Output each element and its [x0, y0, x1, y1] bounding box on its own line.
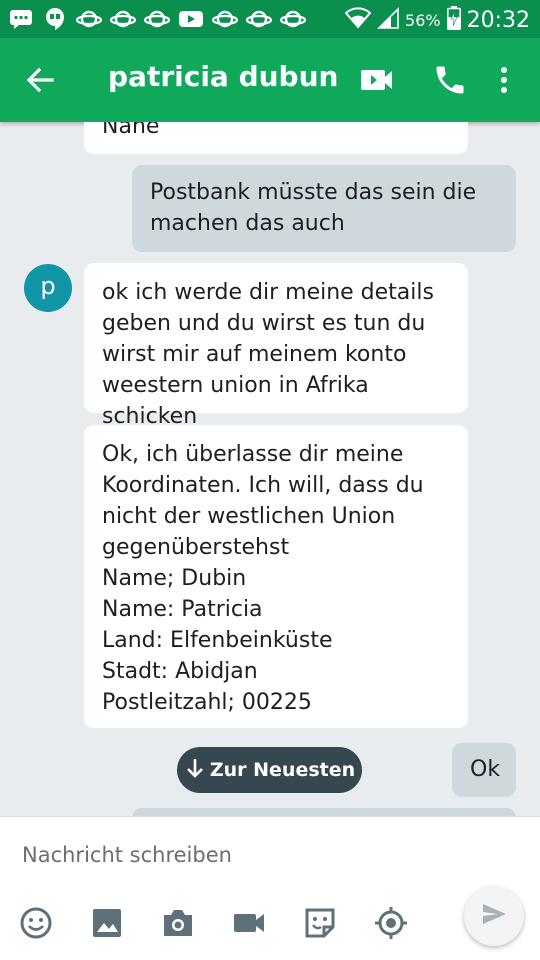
planet-app-icon	[76, 7, 102, 31]
gallery-icon[interactable]	[89, 905, 125, 941]
jump-to-newest-button[interactable]: Zur Neuesten	[177, 747, 362, 793]
message-bubble-incoming: ok ich werde dir meine details geben und…	[84, 263, 468, 429]
message-bubble-outgoing: Postbank müsste das sein die machen das …	[132, 165, 516, 252]
send-button[interactable]	[464, 886, 524, 946]
arrow-down-icon	[184, 756, 206, 785]
planet-app-icon	[246, 7, 272, 31]
more-options-icon[interactable]	[490, 62, 518, 98]
message-input[interactable]	[22, 835, 442, 875]
composer	[0, 816, 540, 960]
contact-name: patricia dubun	[108, 60, 339, 93]
message-bubble-incoming: Ok, ich überlasse dir meine Koordinaten.…	[84, 425, 468, 728]
sticker-icon[interactable]	[302, 905, 338, 941]
battery-charging-icon	[446, 6, 461, 34]
message-list[interactable]: Nane Postbank müsste das sein die machen…	[0, 122, 540, 816]
clock: 20:32	[466, 7, 530, 33]
app-bar: patricia dubun	[0, 38, 540, 122]
messages-icon	[8, 7, 34, 31]
planet-app-icon	[212, 7, 238, 31]
send-icon	[480, 900, 508, 932]
back-arrow-icon[interactable]	[22, 62, 58, 98]
hangouts-icon	[42, 7, 68, 31]
planet-app-icon	[144, 7, 170, 31]
video-icon[interactable]	[231, 905, 267, 941]
system-status: 56% 20:32	[344, 6, 530, 34]
notification-icons	[8, 7, 306, 31]
signal-icon	[377, 7, 399, 33]
message-bubble-incoming: Nane	[84, 122, 468, 154]
emoji-icon[interactable]	[18, 905, 54, 941]
phone-call-icon[interactable]	[432, 62, 468, 98]
battery-percent: 56%	[405, 10, 441, 30]
wifi-icon	[344, 7, 372, 33]
message-bubble-outgoing-partial	[132, 808, 516, 816]
youtube-icon	[178, 7, 204, 31]
planet-app-icon	[280, 7, 306, 31]
location-icon[interactable]	[373, 905, 409, 941]
message-bubble-outgoing: Ok	[452, 743, 516, 797]
video-call-icon[interactable]	[358, 64, 398, 96]
avatar[interactable]: p	[24, 264, 72, 312]
camera-icon[interactable]	[160, 905, 196, 941]
jump-to-newest-label: Zur Neuesten	[209, 759, 356, 781]
planet-app-icon	[110, 7, 136, 31]
status-bar: 56% 20:32	[0, 0, 540, 38]
